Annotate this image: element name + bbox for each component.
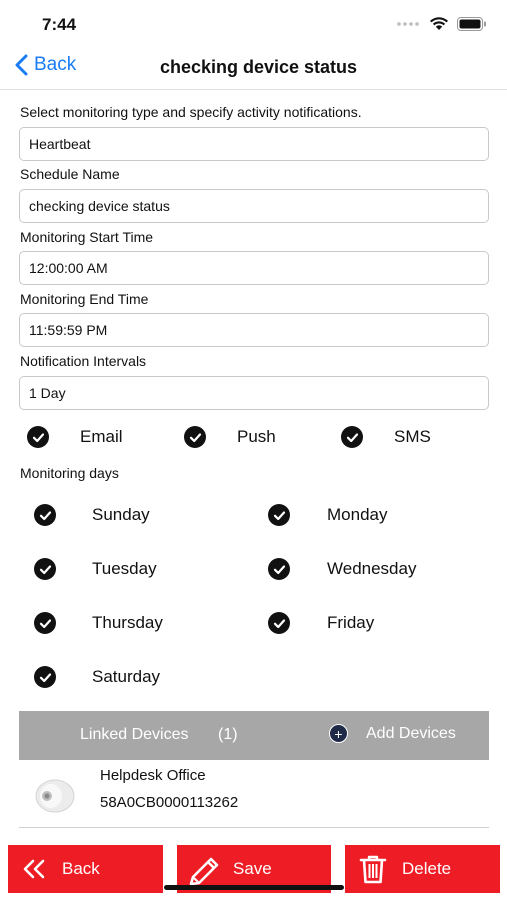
email-label: Email bbox=[80, 427, 123, 446]
trash-icon bbox=[357, 853, 389, 885]
schedule-name-input[interactable]: checking device status bbox=[19, 189, 489, 223]
day-label: Friday bbox=[327, 613, 375, 632]
day-checkbox-sunday[interactable]: Sunday bbox=[34, 504, 150, 526]
status-time: 7:44 bbox=[42, 15, 77, 34]
check-icon bbox=[268, 504, 290, 526]
start-time-label: Monitoring Start Time bbox=[20, 229, 154, 245]
delete-button[interactable]: Delete bbox=[345, 845, 500, 893]
navigation-bar: Back checking device status bbox=[0, 48, 507, 90]
home-indicator[interactable] bbox=[164, 885, 344, 890]
device-name: Helpdesk Office bbox=[100, 767, 206, 784]
delete-button-label: Delete bbox=[402, 859, 452, 878]
check-icon bbox=[268, 558, 290, 580]
sms-label: SMS bbox=[394, 427, 431, 446]
sms-checkbox[interactable]: SMS bbox=[341, 426, 431, 448]
push-label: Push bbox=[237, 427, 276, 446]
day-checkbox-thursday[interactable]: Thursday bbox=[34, 612, 163, 634]
linked-devices-header: Linked Devices (1) + Add Devices bbox=[19, 711, 489, 760]
interval-select[interactable]: 1 Day bbox=[19, 376, 489, 410]
day-label: Saturday bbox=[92, 667, 161, 686]
interval-label: Notification Intervals bbox=[20, 353, 147, 369]
day-checkbox-monday[interactable]: Monday bbox=[268, 504, 387, 526]
signal-icon bbox=[397, 21, 419, 26]
wifi-icon bbox=[430, 17, 448, 30]
day-checkbox-friday[interactable]: Friday bbox=[268, 612, 374, 634]
linked-devices-count: (1) bbox=[218, 726, 238, 743]
check-icon bbox=[34, 558, 56, 580]
linked-devices-title: Linked Devices bbox=[80, 726, 189, 743]
battery-icon bbox=[457, 16, 486, 31]
device-id: 58A0CB0000113262 bbox=[100, 794, 239, 811]
monitoring-type-select[interactable]: Heartbeat bbox=[19, 127, 489, 161]
back-button[interactable]: Back bbox=[8, 845, 163, 893]
day-checkbox-tuesday[interactable]: Tuesday bbox=[34, 558, 157, 580]
check-icon bbox=[268, 612, 290, 634]
plus-icon: + bbox=[329, 724, 348, 743]
page-title: checking device status bbox=[159, 57, 358, 77]
check-icon bbox=[34, 504, 56, 526]
status-bar: 7:44 bbox=[0, 0, 507, 48]
check-icon bbox=[184, 426, 206, 448]
monitoring-days-label: Monitoring days bbox=[20, 465, 119, 481]
day-label: Thursday bbox=[92, 613, 163, 632]
day-label: Sunday bbox=[92, 505, 150, 524]
check-icon bbox=[34, 612, 56, 634]
pencil-icon bbox=[187, 853, 223, 885]
day-label: Tuesday bbox=[92, 559, 157, 578]
instruction-text: Select monitoring type and specify activ… bbox=[20, 104, 362, 120]
back-button-label: Back bbox=[62, 859, 100, 878]
day-checkbox-saturday[interactable]: Saturday bbox=[34, 666, 160, 688]
day-checkbox-wednesday[interactable]: Wednesday bbox=[268, 558, 416, 580]
day-label: Monday bbox=[327, 505, 388, 524]
day-label: Wednesday bbox=[327, 559, 417, 578]
camera-device-icon bbox=[35, 779, 75, 813]
end-time-input[interactable]: 11:59:59 PM bbox=[19, 313, 489, 347]
check-icon bbox=[27, 426, 49, 448]
end-time-label: Monitoring End Time bbox=[20, 291, 149, 307]
schedule-name-label: Schedule Name bbox=[20, 166, 120, 182]
add-devices-label: Add Devices bbox=[366, 724, 456, 742]
push-checkbox[interactable]: Push bbox=[184, 426, 276, 448]
email-checkbox[interactable]: Email bbox=[27, 426, 123, 448]
save-button-label: Save bbox=[233, 859, 272, 878]
check-icon bbox=[341, 426, 363, 448]
list-item[interactable]: Helpdesk Office 58A0CB0000113262 bbox=[19, 762, 489, 828]
check-icon bbox=[34, 666, 56, 688]
add-devices-button[interactable]: + Add Devices bbox=[329, 724, 456, 743]
status-icons bbox=[397, 16, 487, 31]
double-chevron-left-icon bbox=[22, 858, 48, 880]
start-time-input[interactable]: 12:00:00 AM bbox=[19, 251, 489, 285]
